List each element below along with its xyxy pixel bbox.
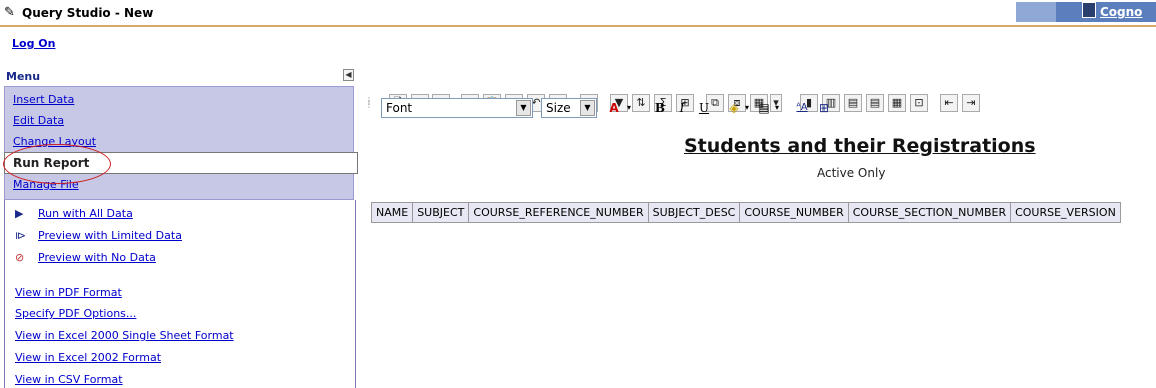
size-select[interactable]: Size ▼ xyxy=(541,98,597,118)
font-color-dropdown-icon[interactable]: ▾ xyxy=(624,98,634,118)
collapse-group-icon[interactable]: ▦ xyxy=(888,94,906,112)
specify-pdf-options-link[interactable]: Specify PDF Options... xyxy=(15,307,136,320)
font-select-value: Font xyxy=(386,101,413,115)
move-right-icon[interactable]: ⇥ xyxy=(962,94,980,112)
alignment-dropdown-icon[interactable]: ▾ xyxy=(772,98,782,118)
swap-icon[interactable]: ⊡ xyxy=(910,94,928,112)
log-on-link[interactable]: Log On xyxy=(12,37,55,50)
collapse-menu-button[interactable]: ◀ xyxy=(343,69,354,81)
report-title[interactable]: Students and their Registrations xyxy=(684,135,1036,157)
format-toolbar-handle[interactable]: ⋮ xyxy=(365,100,373,118)
fill-color-icon[interactable]: ◈ xyxy=(724,98,744,118)
column-header[interactable]: COURSE_NUMBER xyxy=(739,202,849,223)
column-header[interactable]: COURSE_SECTION_NUMBER xyxy=(847,202,1012,223)
preview-limited-data-link[interactable]: Preview with Limited Data xyxy=(38,229,182,242)
view-csv-link[interactable]: View in CSV Format xyxy=(15,373,123,386)
preview-no-data-icon: ⊘ xyxy=(15,251,25,264)
brand-stripe xyxy=(1016,2,1056,22)
text-style-icon[interactable]: ᴬA xyxy=(792,98,812,118)
bold-icon[interactable]: B xyxy=(650,98,670,118)
menu-item-change-layout[interactable]: Change Layout xyxy=(13,135,96,148)
menu-item-run-report[interactable]: Run Report xyxy=(4,152,358,174)
view-excel-2000-link[interactable]: View in Excel 2000 Single Sheet Format xyxy=(15,329,234,342)
column-header[interactable]: NAME xyxy=(370,202,414,223)
move-left-icon[interactable]: ⇤ xyxy=(940,94,958,112)
run-with-all-data-link[interactable]: Run with All Data xyxy=(38,207,133,220)
italic-icon[interactable]: I xyxy=(672,98,692,118)
report-subtitle[interactable]: Active Only xyxy=(817,166,885,180)
column-header[interactable]: SUBJECT xyxy=(412,202,470,223)
menu-item-edit-data[interactable]: Edit Data xyxy=(13,114,64,127)
list-icon[interactable]: ▤ xyxy=(866,94,884,112)
brand-logo-icon xyxy=(1082,2,1096,18)
chevron-down-icon[interactable]: ▼ xyxy=(516,100,531,116)
run-report-submenu: ▶ Run with All Data ⧐ Preview with Limit… xyxy=(4,200,356,388)
menu-item-manage-file[interactable]: Manage File xyxy=(13,178,79,191)
section-icon[interactable]: ▤ xyxy=(844,94,862,112)
borders-icon[interactable]: ⊞ xyxy=(814,98,834,118)
column-header[interactable]: COURSE_REFERENCE_NUMBER xyxy=(468,202,649,223)
app-title: Query Studio - New xyxy=(22,6,154,20)
pencil-icon: ✎ xyxy=(4,5,15,20)
brand-link[interactable]: Cogno xyxy=(1056,2,1156,22)
menu-header: Menu xyxy=(6,70,41,83)
preview-no-data-link[interactable]: Preview with No Data xyxy=(38,251,156,264)
menu-panel: Insert Data Edit Data Change Layout Mana… xyxy=(4,86,354,200)
underline-icon[interactable]: U xyxy=(694,98,714,118)
sort-icon[interactable]: ⇅ xyxy=(632,94,650,112)
fill-color-dropdown-icon[interactable]: ▾ xyxy=(742,98,752,118)
report-table: NAME SUBJECT COURSE_REFERENCE_NUMBER SUB… xyxy=(370,202,1121,223)
view-pdf-link[interactable]: View in PDF Format xyxy=(15,286,122,299)
column-header[interactable]: SUBJECT_DESC xyxy=(647,202,741,223)
size-select-value: Size xyxy=(546,101,571,115)
view-excel-2002-link[interactable]: View in Excel 2002 Format xyxy=(15,351,161,364)
column-header[interactable]: COURSE_VERSION xyxy=(1010,202,1121,223)
title-bar: ✎ Query Studio - New Cogno xyxy=(0,0,1156,27)
font-select[interactable]: Font ▼ xyxy=(381,98,533,118)
menu-item-insert-data[interactable]: Insert Data xyxy=(13,93,74,106)
font-color-icon[interactable]: A xyxy=(604,98,624,118)
alignment-icon[interactable]: ▤ xyxy=(754,98,774,118)
preview-limited-icon: ⧐ xyxy=(15,229,26,242)
table-header-row: NAME SUBJECT COURSE_REFERENCE_NUMBER SUB… xyxy=(370,202,1121,223)
run-icon: ▶ xyxy=(15,207,24,220)
chevron-down-icon[interactable]: ▼ xyxy=(580,100,595,116)
